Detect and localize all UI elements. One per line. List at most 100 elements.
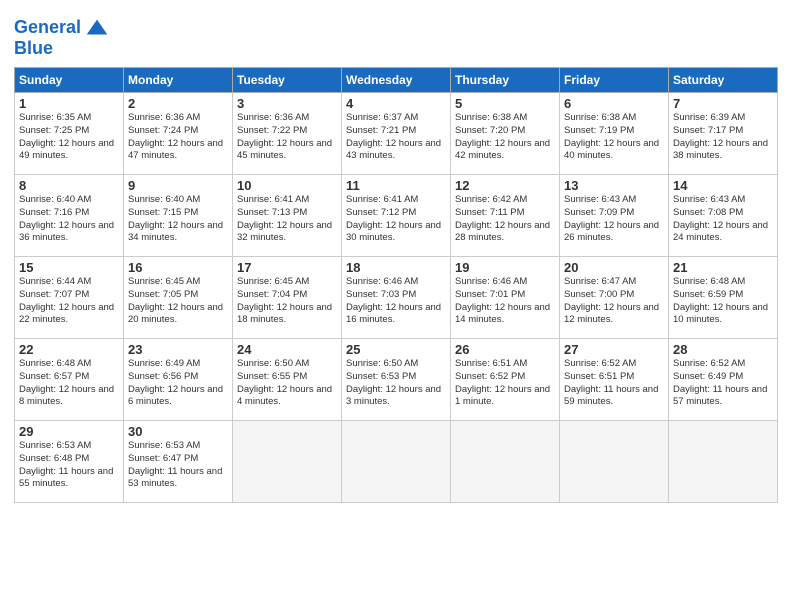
- day-info: Sunrise: 6:45 AMSunset: 7:04 PMDaylight:…: [237, 276, 337, 327]
- day-info: Sunrise: 6:46 AMSunset: 7:01 PMDaylight:…: [455, 276, 555, 327]
- day-number: 30: [128, 424, 228, 439]
- day-info: Sunrise: 6:43 AMSunset: 7:09 PMDaylight:…: [564, 194, 664, 245]
- calendar-cell: 26Sunrise: 6:51 AMSunset: 6:52 PMDayligh…: [451, 339, 560, 421]
- calendar-cell: 15Sunrise: 6:44 AMSunset: 7:07 PMDayligh…: [15, 257, 124, 339]
- day-info: Sunrise: 6:43 AMSunset: 7:08 PMDaylight:…: [673, 194, 773, 245]
- day-number: 1: [19, 96, 119, 111]
- day-header-wednesday: Wednesday: [342, 68, 451, 93]
- calendar-cell: 7Sunrise: 6:39 AMSunset: 7:17 PMDaylight…: [669, 93, 778, 175]
- calendar-cell: 5Sunrise: 6:38 AMSunset: 7:20 PMDaylight…: [451, 93, 560, 175]
- calendar-cell: [451, 421, 560, 503]
- day-info: Sunrise: 6:37 AMSunset: 7:21 PMDaylight:…: [346, 112, 446, 163]
- logo: General Blue: [14, 14, 111, 59]
- day-number: 7: [673, 96, 773, 111]
- day-number: 5: [455, 96, 555, 111]
- calendar-cell: 25Sunrise: 6:50 AMSunset: 6:53 PMDayligh…: [342, 339, 451, 421]
- day-header-monday: Monday: [124, 68, 233, 93]
- day-header-sunday: Sunday: [15, 68, 124, 93]
- day-info: Sunrise: 6:53 AMSunset: 6:48 PMDaylight:…: [19, 440, 119, 491]
- day-info: Sunrise: 6:41 AMSunset: 7:12 PMDaylight:…: [346, 194, 446, 245]
- day-header-friday: Friday: [560, 68, 669, 93]
- calendar-cell: [560, 421, 669, 503]
- calendar-cell: 24Sunrise: 6:50 AMSunset: 6:55 PMDayligh…: [233, 339, 342, 421]
- calendar-cell: 17Sunrise: 6:45 AMSunset: 7:04 PMDayligh…: [233, 257, 342, 339]
- calendar-cell: 27Sunrise: 6:52 AMSunset: 6:51 PMDayligh…: [560, 339, 669, 421]
- calendar-cell: 10Sunrise: 6:41 AMSunset: 7:13 PMDayligh…: [233, 175, 342, 257]
- day-info: Sunrise: 6:44 AMSunset: 7:07 PMDaylight:…: [19, 276, 119, 327]
- calendar-cell: 30Sunrise: 6:53 AMSunset: 6:47 PMDayligh…: [124, 421, 233, 503]
- day-number: 27: [564, 342, 664, 357]
- calendar-cell: 9Sunrise: 6:40 AMSunset: 7:15 PMDaylight…: [124, 175, 233, 257]
- day-info: Sunrise: 6:48 AMSunset: 6:57 PMDaylight:…: [19, 358, 119, 409]
- calendar-cell: 8Sunrise: 6:40 AMSunset: 7:16 PMDaylight…: [15, 175, 124, 257]
- calendar-cell: [669, 421, 778, 503]
- day-number: 23: [128, 342, 228, 357]
- day-number: 2: [128, 96, 228, 111]
- day-number: 15: [19, 260, 119, 275]
- calendar-table: SundayMondayTuesdayWednesdayThursdayFrid…: [14, 67, 778, 503]
- calendar-cell: 20Sunrise: 6:47 AMSunset: 7:00 PMDayligh…: [560, 257, 669, 339]
- main-container: General Blue SundayMondayTuesdayWednesda…: [0, 0, 792, 513]
- day-info: Sunrise: 6:40 AMSunset: 7:15 PMDaylight:…: [128, 194, 228, 245]
- day-info: Sunrise: 6:36 AMSunset: 7:22 PMDaylight:…: [237, 112, 337, 163]
- day-info: Sunrise: 6:45 AMSunset: 7:05 PMDaylight:…: [128, 276, 228, 327]
- day-info: Sunrise: 6:38 AMSunset: 7:19 PMDaylight:…: [564, 112, 664, 163]
- day-info: Sunrise: 6:36 AMSunset: 7:24 PMDaylight:…: [128, 112, 228, 163]
- day-number: 22: [19, 342, 119, 357]
- logo-icon: [83, 14, 111, 42]
- calendar-week-4: 22Sunrise: 6:48 AMSunset: 6:57 PMDayligh…: [15, 339, 778, 421]
- day-number: 6: [564, 96, 664, 111]
- header: General Blue: [14, 10, 778, 59]
- calendar-week-5: 29Sunrise: 6:53 AMSunset: 6:48 PMDayligh…: [15, 421, 778, 503]
- day-number: 24: [237, 342, 337, 357]
- calendar-cell: 13Sunrise: 6:43 AMSunset: 7:09 PMDayligh…: [560, 175, 669, 257]
- day-info: Sunrise: 6:39 AMSunset: 7:17 PMDaylight:…: [673, 112, 773, 163]
- calendar-body: 1Sunrise: 6:35 AMSunset: 7:25 PMDaylight…: [15, 93, 778, 503]
- calendar-cell: 28Sunrise: 6:52 AMSunset: 6:49 PMDayligh…: [669, 339, 778, 421]
- day-number: 3: [237, 96, 337, 111]
- day-number: 21: [673, 260, 773, 275]
- calendar-cell: 18Sunrise: 6:46 AMSunset: 7:03 PMDayligh…: [342, 257, 451, 339]
- day-number: 25: [346, 342, 446, 357]
- day-number: 13: [564, 178, 664, 193]
- day-info: Sunrise: 6:46 AMSunset: 7:03 PMDaylight:…: [346, 276, 446, 327]
- day-number: 9: [128, 178, 228, 193]
- calendar-cell: 16Sunrise: 6:45 AMSunset: 7:05 PMDayligh…: [124, 257, 233, 339]
- day-info: Sunrise: 6:50 AMSunset: 6:53 PMDaylight:…: [346, 358, 446, 409]
- day-info: Sunrise: 6:50 AMSunset: 6:55 PMDaylight:…: [237, 358, 337, 409]
- calendar-cell: 12Sunrise: 6:42 AMSunset: 7:11 PMDayligh…: [451, 175, 560, 257]
- calendar-cell: 4Sunrise: 6:37 AMSunset: 7:21 PMDaylight…: [342, 93, 451, 175]
- day-info: Sunrise: 6:42 AMSunset: 7:11 PMDaylight:…: [455, 194, 555, 245]
- calendar-cell: 6Sunrise: 6:38 AMSunset: 7:19 PMDaylight…: [560, 93, 669, 175]
- day-number: 19: [455, 260, 555, 275]
- day-number: 16: [128, 260, 228, 275]
- day-info: Sunrise: 6:52 AMSunset: 6:51 PMDaylight:…: [564, 358, 664, 409]
- day-header-tuesday: Tuesday: [233, 68, 342, 93]
- calendar-week-1: 1Sunrise: 6:35 AMSunset: 7:25 PMDaylight…: [15, 93, 778, 175]
- calendar-cell: 1Sunrise: 6:35 AMSunset: 7:25 PMDaylight…: [15, 93, 124, 175]
- calendar-week-3: 15Sunrise: 6:44 AMSunset: 7:07 PMDayligh…: [15, 257, 778, 339]
- day-number: 11: [346, 178, 446, 193]
- calendar-cell: 23Sunrise: 6:49 AMSunset: 6:56 PMDayligh…: [124, 339, 233, 421]
- logo-text: General: [14, 17, 81, 39]
- calendar-cell: [233, 421, 342, 503]
- day-number: 20: [564, 260, 664, 275]
- day-info: Sunrise: 6:52 AMSunset: 6:49 PMDaylight:…: [673, 358, 773, 409]
- day-header-thursday: Thursday: [451, 68, 560, 93]
- day-number: 29: [19, 424, 119, 439]
- day-info: Sunrise: 6:47 AMSunset: 7:00 PMDaylight:…: [564, 276, 664, 327]
- day-info: Sunrise: 6:38 AMSunset: 7:20 PMDaylight:…: [455, 112, 555, 163]
- calendar-cell: 19Sunrise: 6:46 AMSunset: 7:01 PMDayligh…: [451, 257, 560, 339]
- day-info: Sunrise: 6:35 AMSunset: 7:25 PMDaylight:…: [19, 112, 119, 163]
- day-number: 12: [455, 178, 555, 193]
- day-number: 28: [673, 342, 773, 357]
- day-info: Sunrise: 6:40 AMSunset: 7:16 PMDaylight:…: [19, 194, 119, 245]
- day-number: 14: [673, 178, 773, 193]
- calendar-cell: 14Sunrise: 6:43 AMSunset: 7:08 PMDayligh…: [669, 175, 778, 257]
- day-number: 4: [346, 96, 446, 111]
- day-header-saturday: Saturday: [669, 68, 778, 93]
- day-number: 8: [19, 178, 119, 193]
- day-number: 18: [346, 260, 446, 275]
- calendar-cell: 29Sunrise: 6:53 AMSunset: 6:48 PMDayligh…: [15, 421, 124, 503]
- day-info: Sunrise: 6:53 AMSunset: 6:47 PMDaylight:…: [128, 440, 228, 491]
